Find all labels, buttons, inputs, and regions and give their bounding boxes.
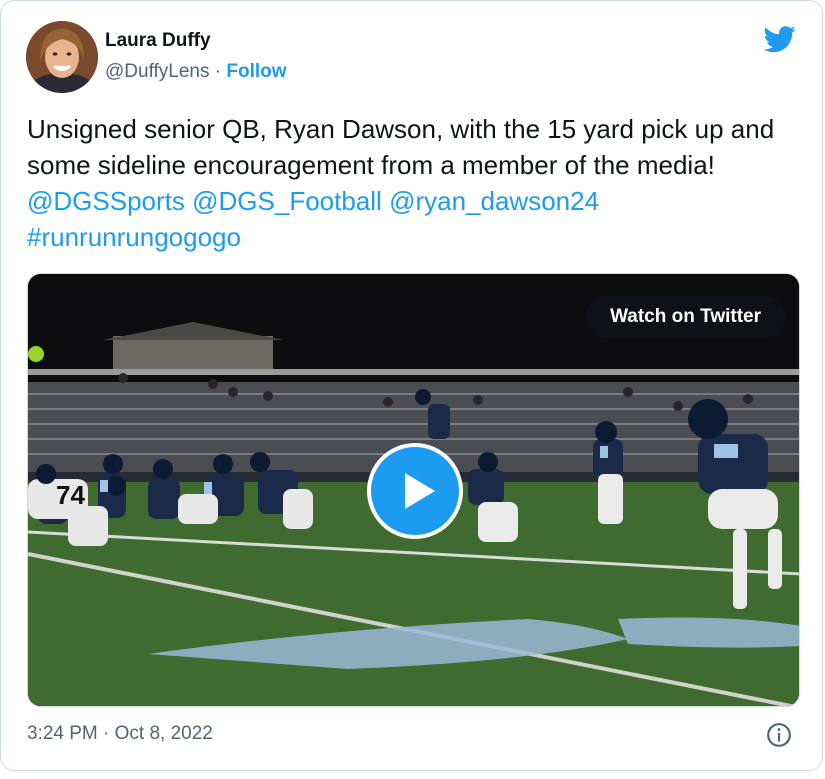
video-player[interactable]: 74 Watch on Twitter bbox=[27, 273, 800, 707]
mention-link[interactable]: @ryan_dawson24 bbox=[389, 186, 599, 216]
tweet-body: Unsigned senior QB, Ryan Dawson, with th… bbox=[27, 114, 775, 180]
hashtag-link[interactable]: #runrunrungogogo bbox=[27, 222, 241, 252]
tweet-card: Laura Duffy @DuffyLens · Follow Unsigned… bbox=[0, 0, 823, 771]
info-icon[interactable] bbox=[766, 722, 792, 748]
avatar-image bbox=[26, 21, 98, 93]
watch-on-twitter-button[interactable]: Watch on Twitter bbox=[586, 296, 785, 338]
play-button[interactable] bbox=[367, 443, 463, 539]
jersey-number-text: 74 bbox=[56, 480, 85, 510]
handle-separator: · bbox=[214, 61, 222, 82]
author-handle[interactable]: @DuffyLens bbox=[105, 61, 210, 82]
tweet-timestamp[interactable]: 3:24 PM · Oct 8, 2022 bbox=[27, 723, 213, 745]
tweet-text: Unsigned senior QB, Ryan Dawson, with th… bbox=[27, 111, 797, 255]
mention-link[interactable]: @DGSSports bbox=[27, 186, 185, 216]
play-icon bbox=[405, 473, 435, 509]
author-handle-row: @DuffyLens · Follow bbox=[105, 61, 287, 83]
author-name[interactable]: Laura Duffy bbox=[105, 30, 211, 52]
follow-button[interactable]: Follow bbox=[226, 61, 286, 82]
mention-link[interactable]: @DGS_Football bbox=[192, 186, 382, 216]
twitter-bird-icon[interactable] bbox=[762, 23, 798, 55]
avatar[interactable] bbox=[26, 21, 98, 93]
